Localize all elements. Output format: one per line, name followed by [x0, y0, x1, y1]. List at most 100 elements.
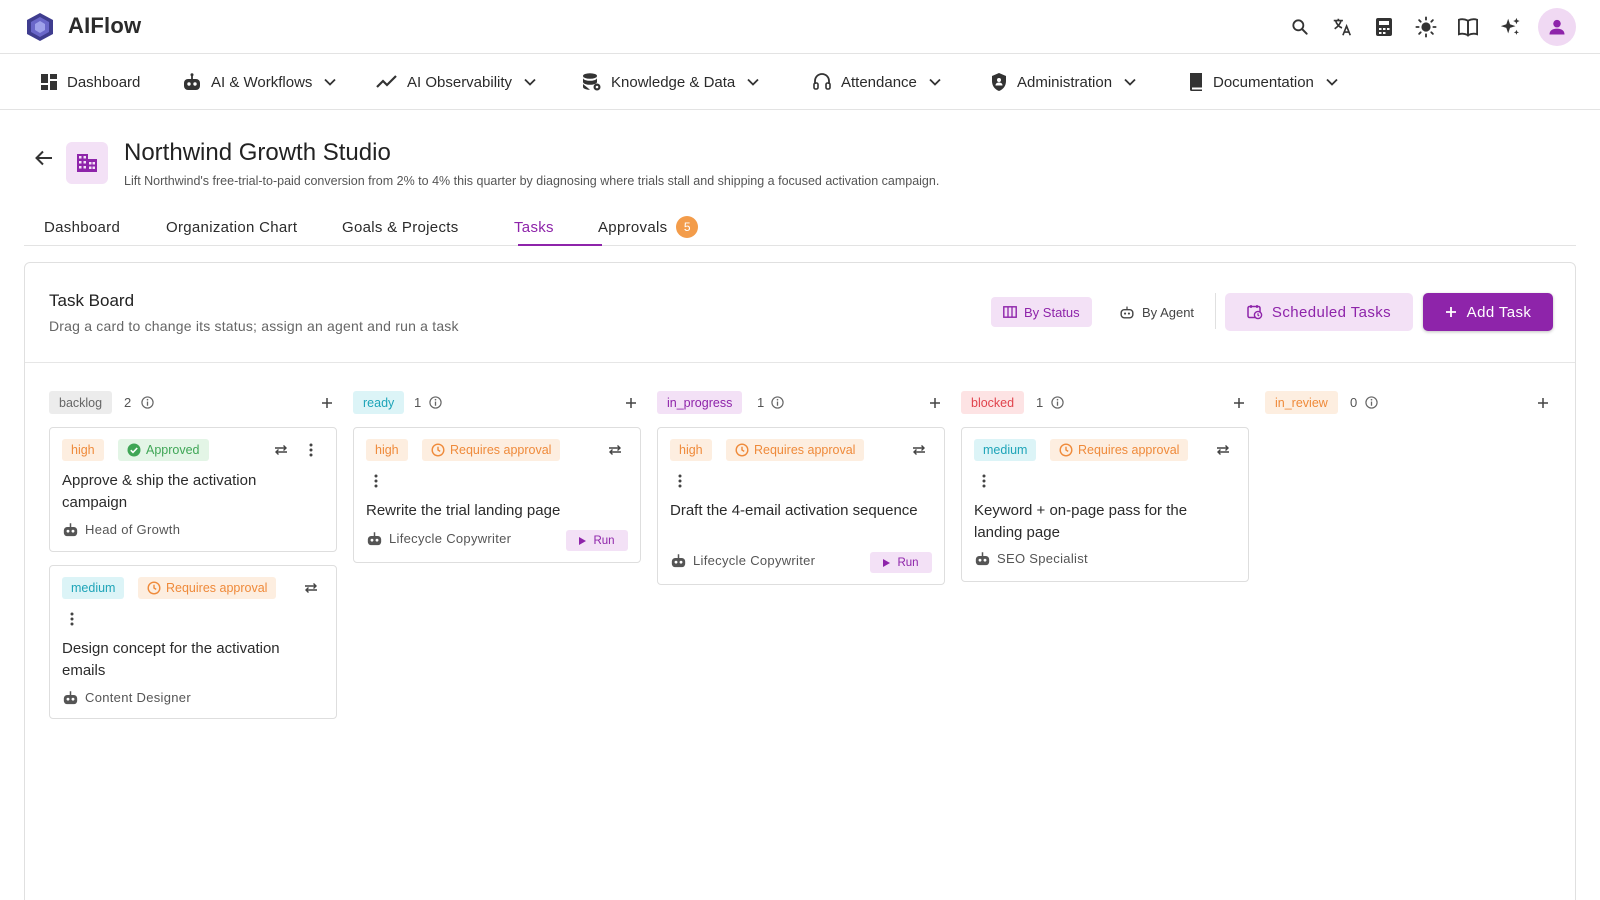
nav-dashboard[interactable]: Dashboard [40, 54, 140, 110]
robot-icon [975, 552, 990, 566]
more-vert-icon[interactable] [302, 441, 320, 459]
nav-ai-observability[interactable]: AI Observability [376, 54, 536, 110]
info-icon[interactable] [1051, 396, 1064, 409]
add-card-button[interactable] [1533, 393, 1553, 413]
more-vert-icon[interactable] [975, 472, 993, 490]
user-icon [1549, 19, 1565, 35]
board-subtitle: Drag a card to change its status; assign… [49, 318, 459, 334]
move-icon[interactable] [606, 441, 624, 459]
view-by-agent-button[interactable]: By Agent [1107, 297, 1206, 327]
priority-chip: medium [62, 577, 125, 599]
tab-tasks[interactable]: Tasks [514, 208, 554, 246]
tab-goals-projects[interactable]: Goals & Projects [342, 208, 459, 246]
requires-approval-chip: Requires approval [1050, 439, 1189, 461]
tab-dashboard[interactable]: Dashboard [44, 208, 120, 246]
task-card[interactable]: medium Requires approval Keyword + on-pa… [961, 427, 1249, 582]
shield-icon [992, 73, 1006, 91]
calculator-icon[interactable] [1366, 8, 1402, 46]
task-agent[interactable]: Lifecycle Copywriter [366, 531, 511, 546]
add-card-button[interactable] [317, 393, 337, 413]
translate-icon[interactable] [1324, 8, 1360, 46]
book-open-icon[interactable] [1450, 8, 1486, 46]
task-card[interactable]: medium Requires approval Design concept … [49, 565, 337, 719]
run-label: Run [897, 556, 919, 569]
info-icon[interactable] [141, 396, 154, 409]
plus-icon [1538, 398, 1548, 408]
nav-knowledge-data[interactable]: Knowledge & Data [582, 54, 759, 110]
task-agent[interactable]: Head of Growth [62, 522, 180, 537]
run-button[interactable]: Run [566, 530, 628, 551]
nav-label: Knowledge & Data [611, 73, 736, 91]
task-agent[interactable]: SEO Specialist [974, 551, 1088, 566]
approval-label: Requires approval [450, 443, 552, 457]
search-icon[interactable] [1282, 8, 1318, 46]
robot-icon [184, 73, 200, 90]
add-card-button[interactable] [925, 393, 945, 413]
requires-approval-chip: Requires approval [422, 439, 561, 461]
task-card[interactable]: high Approved Approve & ship the activat… [49, 427, 337, 552]
app-title: AIFlow [68, 13, 142, 38]
top-bar: AIFlow [0, 0, 1600, 54]
calendar-clock-icon [1247, 305, 1263, 320]
nav-administration[interactable]: Administration [990, 54, 1136, 110]
task-card[interactable]: high Requires approval Draft the 4-email… [657, 427, 945, 585]
agent-name: SEO Specialist [997, 551, 1088, 566]
priority-chip: medium [974, 439, 1037, 461]
requires-approval-chip: Requires approval [138, 577, 277, 599]
tab-approvals[interactable]: Approvals 5 [598, 208, 699, 246]
nav-ai-workflows[interactable]: AI & Workflows [182, 54, 337, 110]
tab-label: Dashboard [44, 218, 121, 236]
status-chip-backlog: backlog [49, 391, 113, 414]
task-agent[interactable]: Lifecycle Copywriter [670, 553, 815, 568]
user-avatar[interactable] [1538, 8, 1576, 46]
view-by-status-button[interactable]: By Status [991, 297, 1092, 327]
scheduled-tasks-button[interactable]: Scheduled Tasks [1225, 293, 1413, 331]
move-icon[interactable] [302, 579, 320, 597]
move-icon[interactable] [1214, 441, 1232, 459]
approval-label: Requires approval [754, 443, 856, 457]
chevron-down-icon [747, 78, 759, 86]
move-icon[interactable] [910, 441, 928, 459]
view-label: By Status [1024, 304, 1080, 320]
plus-icon [1445, 307, 1456, 317]
sparkle-icon[interactable] [1492, 8, 1528, 46]
task-title: Draft the 4-email activation sequence [670, 502, 918, 519]
nav-attendance[interactable]: Attendance [812, 54, 941, 110]
clock-icon [431, 443, 445, 457]
task-board-header: Task Board Drag a card to change its sta… [25, 263, 1575, 363]
run-button[interactable]: Run [870, 552, 932, 573]
back-button[interactable] [30, 144, 58, 172]
agent-name: Head of Growth [85, 522, 181, 537]
add-card-button[interactable] [1229, 393, 1249, 413]
arrow-left-icon [35, 150, 52, 166]
priority-chip: high [670, 439, 712, 461]
approval-label: Requires approval [166, 581, 268, 595]
scheduled-tasks-label: Scheduled Tasks [1271, 303, 1392, 321]
nav-documentation[interactable]: Documentation [1188, 54, 1338, 110]
add-card-button[interactable] [621, 393, 641, 413]
more-vert-icon[interactable] [671, 472, 689, 490]
status-chip-in-progress: in_progress [657, 391, 743, 414]
column-header: in_review 0 [1265, 391, 1553, 415]
move-icon[interactable] [272, 441, 290, 459]
sun-icon[interactable] [1408, 8, 1444, 46]
tab-organization-chart[interactable]: Organization Chart [166, 208, 297, 246]
clock-icon [735, 443, 749, 457]
add-task-button[interactable]: Add Task [1423, 293, 1553, 331]
more-vert-icon[interactable] [367, 472, 385, 490]
task-agent[interactable]: Content Designer [62, 690, 191, 705]
check-circle-icon [127, 443, 141, 457]
info-icon[interactable] [1365, 396, 1378, 409]
info-icon[interactable] [771, 396, 784, 409]
page-title: Northwind Growth Studio [124, 139, 391, 166]
nav-label: Attendance [841, 73, 917, 91]
agent-name: Lifecycle Copywriter [389, 531, 512, 546]
robot-icon [671, 554, 686, 568]
more-vert-icon[interactable] [63, 610, 81, 628]
column-header: backlog 2 [49, 391, 337, 415]
column-in-progress: in_progress 1 high Requires approval Dra… [657, 391, 945, 585]
info-icon[interactable] [429, 396, 442, 409]
active-tab-indicator [518, 244, 602, 246]
task-card[interactable]: high Requires approval Rewrite the trial… [353, 427, 641, 563]
trend-line-icon [376, 75, 397, 88]
